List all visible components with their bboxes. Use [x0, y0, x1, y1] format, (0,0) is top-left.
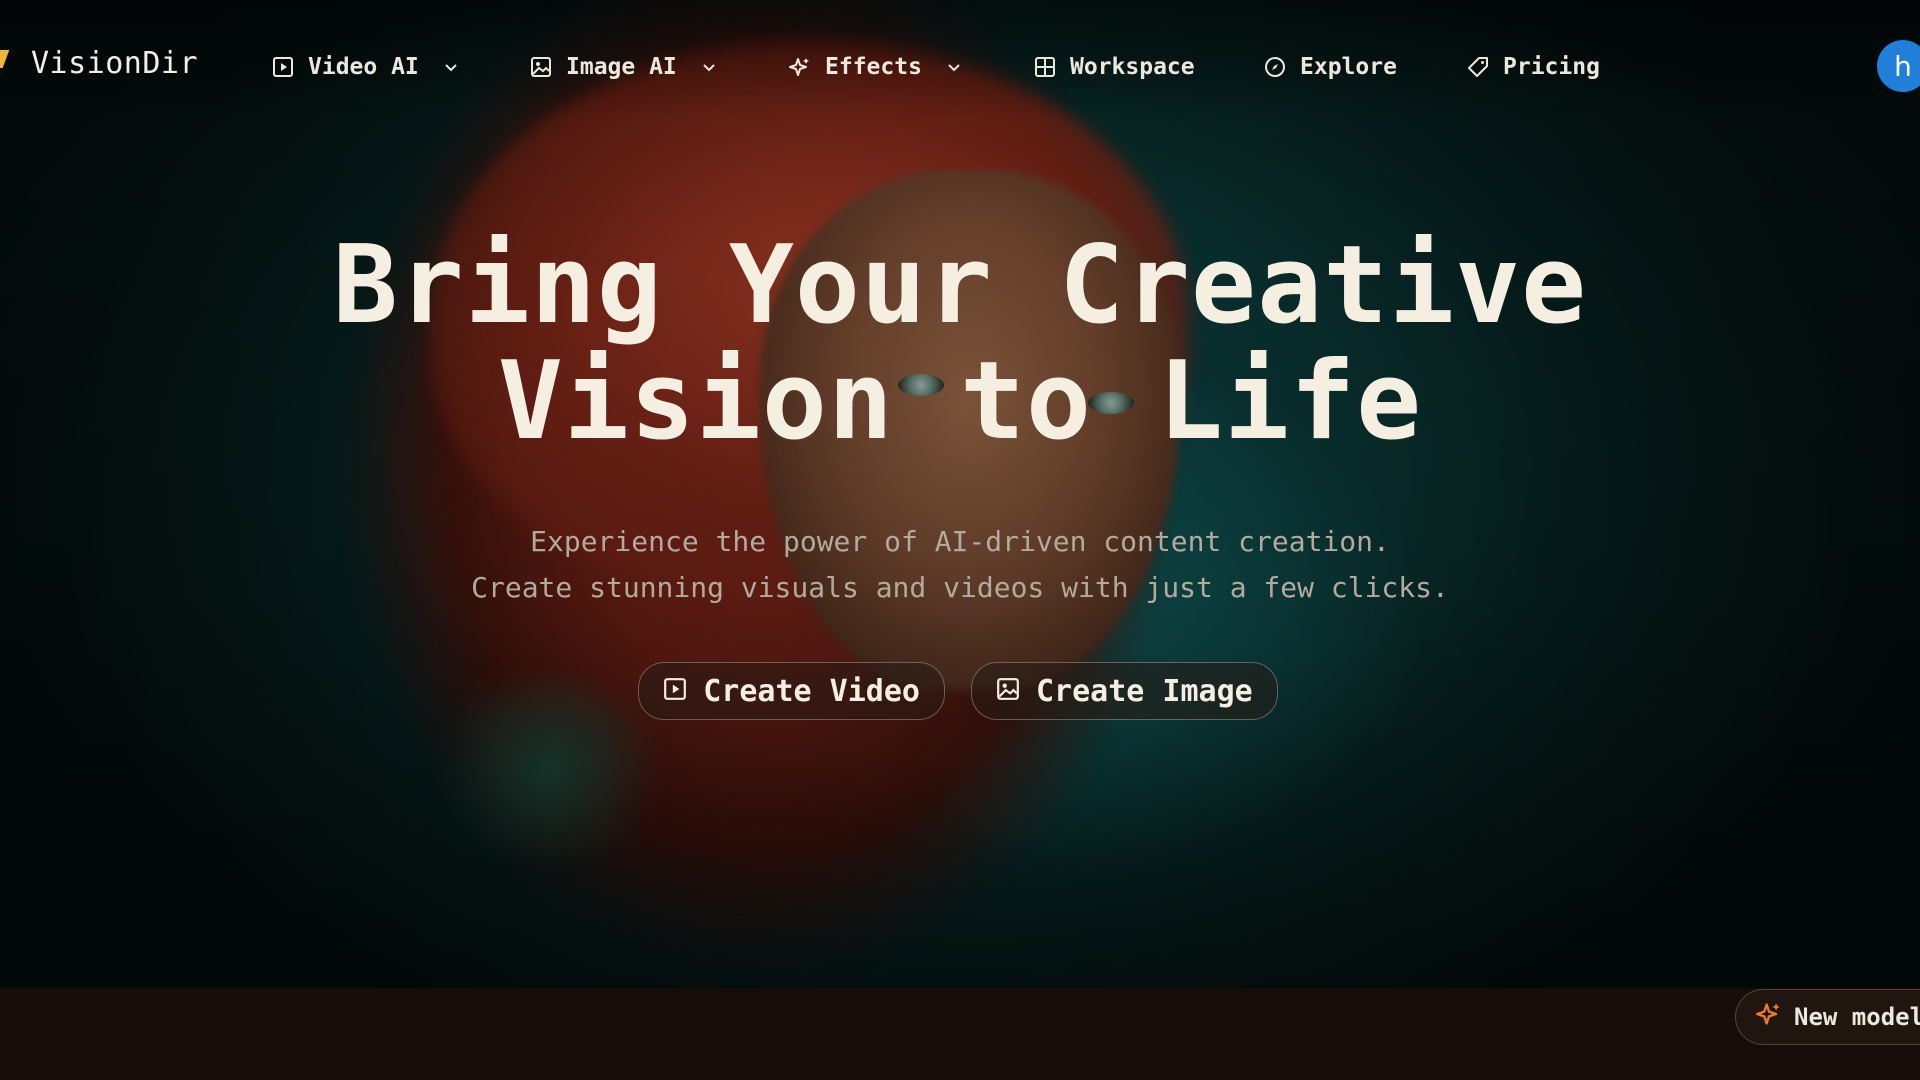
create-image-button[interactable]: Create Image	[971, 662, 1278, 720]
create-video-button[interactable]: Create Video	[638, 662, 945, 720]
nav-item-label: Pricing	[1503, 54, 1600, 80]
landing-page: VisionDir Video AI Image AI Effects Work…	[0, 0, 1920, 1080]
image-icon	[996, 674, 1020, 709]
sparkles-icon	[1756, 1001, 1782, 1033]
new-model-label: New model	[1794, 1003, 1920, 1031]
bottom-section	[0, 988, 1920, 1080]
hero-cta-row: Create Video Create Image	[0, 662, 1920, 720]
grid-icon	[1034, 56, 1056, 78]
headline-line-2: Vision to Life	[497, 339, 1423, 464]
headline-line-1: Bring Your Creative	[332, 223, 1588, 348]
compass-icon	[1264, 56, 1286, 78]
top-navigation: VisionDir Video AI Image AI Effects Work…	[0, 0, 1920, 132]
nav-item-workspace[interactable]: Workspace	[1034, 50, 1195, 84]
nav-item-label: Video AI	[308, 54, 419, 80]
nav-item-video-ai[interactable]: Video AI	[272, 50, 459, 84]
hero-subtitle: Experience the power of AI-driven conten…	[160, 519, 1760, 611]
chevron-down-icon	[701, 59, 717, 75]
play-square-icon	[663, 674, 687, 709]
create-image-label: Create Image	[1036, 673, 1253, 709]
image-icon	[530, 56, 552, 78]
hero-background-image	[0, 0, 1920, 988]
subtitle-line-2: Create stunning visuals and videos with …	[471, 571, 1449, 604]
tag-icon	[1467, 56, 1489, 78]
logo-icon[interactable]	[0, 50, 10, 68]
nav-item-pricing[interactable]: Pricing	[1467, 50, 1600, 84]
subtitle-line-1: Experience the power of AI-driven conten…	[530, 525, 1390, 558]
nav-item-effects[interactable]: Effects	[789, 50, 962, 84]
create-video-label: Create Video	[703, 673, 920, 709]
new-model-pill[interactable]: New model	[1735, 989, 1920, 1045]
nav-item-label: Explore	[1300, 54, 1397, 80]
nav-item-label: Image AI	[566, 54, 677, 80]
nav-item-label: Workspace	[1070, 54, 1195, 80]
hero-headline: Bring Your Creative Vision to Life	[160, 228, 1760, 460]
nav-item-explore[interactable]: Explore	[1264, 50, 1397, 84]
nav-item-image-ai[interactable]: Image AI	[530, 50, 717, 84]
sparkles-icon	[789, 56, 811, 78]
nav-item-label: Effects	[825, 54, 922, 80]
brand-name[interactable]: VisionDir	[31, 46, 198, 81]
chevron-down-icon	[946, 59, 962, 75]
play-square-icon	[272, 56, 294, 78]
user-avatar[interactable]: h	[1877, 40, 1920, 92]
chevron-down-icon	[443, 59, 459, 75]
